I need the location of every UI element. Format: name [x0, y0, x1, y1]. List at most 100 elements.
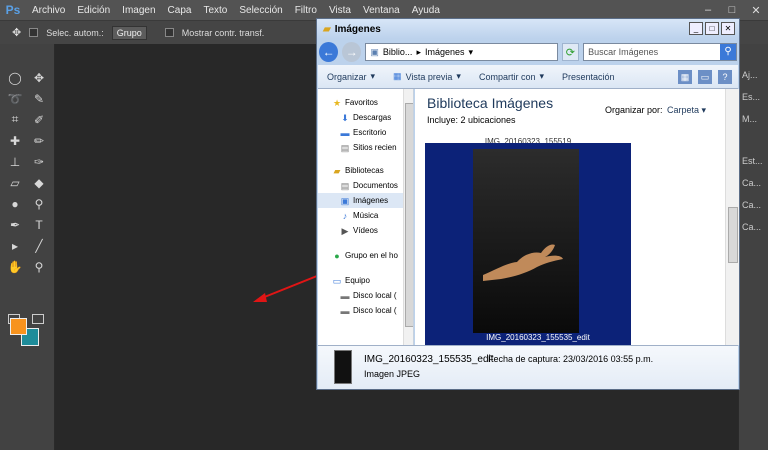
- panel-adjustments[interactable]: Aj...: [739, 64, 768, 86]
- content-scrollbar[interactable]: [725, 89, 739, 345]
- healing-brush-icon[interactable]: ✚: [3, 131, 27, 150]
- content-pane: Biblioteca Imágenes Incluye: 2 ubicacion…: [415, 89, 739, 345]
- move-tool-icon[interactable]: ✥: [27, 68, 51, 87]
- nav-images[interactable]: ▣ Imágenes: [318, 193, 413, 208]
- hand-image: [483, 244, 563, 281]
- search-icon[interactable]: ⚲: [719, 44, 736, 60]
- line-tool-icon[interactable]: ╱: [27, 236, 51, 255]
- nav-documents[interactable]: ▤ Documentos: [318, 178, 413, 193]
- history-brush-icon[interactable]: ✑: [27, 152, 51, 171]
- move-tool-icon[interactable]: ✥: [12, 26, 21, 39]
- forward-arrow-icon[interactable]: →: [342, 42, 362, 62]
- nav-libraries[interactable]: ▰ Bibliotecas: [318, 163, 413, 178]
- nav-scroll-thumb[interactable]: [405, 103, 413, 327]
- marquee-tool-icon[interactable]: ◯: [3, 68, 27, 87]
- menu-ayuda[interactable]: Ayuda: [406, 5, 446, 16]
- close-button[interactable]: ✕: [744, 4, 768, 17]
- type-tool-icon[interactable]: T: [27, 215, 51, 234]
- panel-masks[interactable]: M...: [739, 108, 768, 130]
- show-transform-checkbox[interactable]: [164, 28, 174, 37]
- auto-select-checkbox[interactable]: [29, 28, 39, 37]
- back-arrow-icon[interactable]: ←: [319, 42, 339, 62]
- eraser-icon[interactable]: ▱: [3, 173, 27, 192]
- path-select-icon[interactable]: ▸: [3, 236, 27, 255]
- menu-ventana[interactable]: Ventana: [357, 5, 406, 16]
- disk-icon: ▬: [340, 290, 350, 301]
- nav-videos[interactable]: ▶ Vídeos: [318, 223, 413, 238]
- panel-paths[interactable]: Ca...: [739, 216, 768, 238]
- nav-favorites[interactable]: ★ Favoritos: [318, 95, 413, 110]
- menu-seleccion[interactable]: Selección: [233, 5, 288, 16]
- desktop-icon: ▬: [340, 127, 350, 138]
- nav-music[interactable]: ♪ Música: [318, 208, 413, 223]
- explorer-window: ▰ Imágenes _ □ ✕ ← → ▣ Biblio... ▸ Imáge…: [316, 18, 740, 390]
- view-options-icon[interactable]: ▦: [678, 69, 692, 84]
- panel-styles-2[interactable]: Est...: [739, 150, 768, 172]
- menu-texto[interactable]: Texto: [197, 5, 233, 16]
- nav-disk-2[interactable]: ▬ Disco local (: [318, 303, 413, 318]
- preview-icon: ▦: [393, 71, 402, 81]
- minimize-button[interactable]: –: [696, 4, 720, 16]
- explorer-maximize-button[interactable]: □: [705, 22, 719, 35]
- eyedropper-icon[interactable]: ✐: [27, 110, 51, 129]
- crop-tool-icon[interactable]: ⌗: [3, 110, 27, 129]
- selected-file-tile[interactable]: IMG_20160323_155535_edit: [425, 143, 631, 345]
- breadcrumb-bibliotecas[interactable]: Biblio...: [383, 47, 413, 57]
- explorer-title: Imágenes: [334, 23, 381, 35]
- menu-filtro[interactable]: Filtro: [289, 5, 323, 16]
- preview-pane-icon[interactable]: ▭: [698, 69, 712, 84]
- screen-mode-icon[interactable]: [32, 314, 44, 324]
- ps-menubar: Ps Archivo Edición Imagen Capa Texto Sel…: [0, 0, 768, 20]
- menu-edicion[interactable]: Edición: [71, 5, 116, 16]
- arrange-by-select[interactable]: Carpeta ▾: [667, 105, 706, 116]
- documents-icon: ▤: [340, 180, 350, 191]
- folder-icon: ▰: [323, 23, 331, 35]
- address-field[interactable]: ▣ Biblio... ▸ Imágenes ▾: [365, 43, 558, 61]
- menu-imagen[interactable]: Imagen: [116, 5, 161, 16]
- panel-channels[interactable]: Ca...: [739, 194, 768, 216]
- preview-button[interactable]: ▦ Vista previa ▾: [384, 71, 470, 82]
- foreground-color-swatch[interactable]: [10, 318, 27, 335]
- explorer-minimize-button[interactable]: _: [689, 22, 703, 35]
- clone-stamp-icon[interactable]: ⊥: [3, 152, 27, 171]
- explorer-titlebar[interactable]: ▰ Imágenes: [317, 19, 739, 39]
- hand-tool-icon[interactable]: ✋: [3, 257, 27, 276]
- nav-recent[interactable]: ▤ Sitios recien: [318, 140, 413, 155]
- paint-bucket-icon[interactable]: ◆: [27, 173, 51, 192]
- pen-tool-icon[interactable]: ✒: [3, 215, 27, 234]
- slideshow-button[interactable]: Presentación: [553, 72, 624, 82]
- lasso-tool-icon[interactable]: ➰: [3, 89, 27, 108]
- zoom-tool-icon[interactable]: ⚲: [27, 257, 51, 276]
- nav-desktop[interactable]: ▬ Escritorio: [318, 125, 413, 140]
- nav-downloads[interactable]: ⬇ Descargas: [318, 110, 413, 125]
- nav-scrollbar[interactable]: [403, 89, 413, 345]
- menu-capa[interactable]: Capa: [162, 5, 198, 16]
- breadcrumb-imagenes[interactable]: Imágenes: [425, 47, 465, 57]
- maximize-button[interactable]: □: [720, 4, 744, 16]
- nav-disk-1[interactable]: ▬ Disco local (: [318, 288, 413, 303]
- blur-tool-icon[interactable]: ●: [3, 194, 27, 213]
- menu-vista[interactable]: Vista: [323, 5, 357, 16]
- library-includes[interactable]: Incluye: 2 ubicaciones: [427, 115, 516, 125]
- search-input[interactable]: Buscar Imágenes ⚲: [583, 43, 737, 61]
- explorer-close-button[interactable]: ✕: [721, 22, 735, 35]
- organize-button[interactable]: Organizar ▾: [318, 71, 384, 82]
- help-icon[interactable]: ?: [718, 69, 732, 84]
- panel-layers[interactable]: Ca...: [739, 172, 768, 194]
- arrange-by-label: Organizar por:: [605, 105, 663, 115]
- group-select[interactable]: Grupo: [111, 25, 147, 40]
- refresh-icon[interactable]: ⟳: [561, 43, 580, 61]
- quick-select-icon[interactable]: ✎: [27, 89, 51, 108]
- content-scroll-thumb[interactable]: [728, 207, 738, 263]
- share-button[interactable]: Compartir con ▾: [470, 71, 553, 82]
- nav-computer[interactable]: ▭ Equipo: [318, 273, 413, 288]
- nav-homegroup[interactable]: ● Grupo en el ho: [318, 248, 413, 263]
- tools-panel: ◯ ✥ ➰ ✎ ⌗ ✐ ✚ ✏ ⊥ ✑ ▱ ◆ ● ⚲ ✒ T ▸ ╱ ✋ ⚲: [0, 44, 55, 450]
- panel-styles[interactable]: Es...: [739, 86, 768, 108]
- right-panel: Aj... Es... M... Est... Ca... Ca... Ca..…: [738, 44, 768, 450]
- menu-archivo[interactable]: Archivo: [26, 5, 71, 16]
- videos-icon: ▶: [341, 225, 349, 236]
- library-title: Biblioteca Imágenes: [427, 95, 554, 111]
- brush-tool-icon[interactable]: ✏: [27, 131, 51, 150]
- dodge-tool-icon[interactable]: ⚲: [27, 194, 51, 213]
